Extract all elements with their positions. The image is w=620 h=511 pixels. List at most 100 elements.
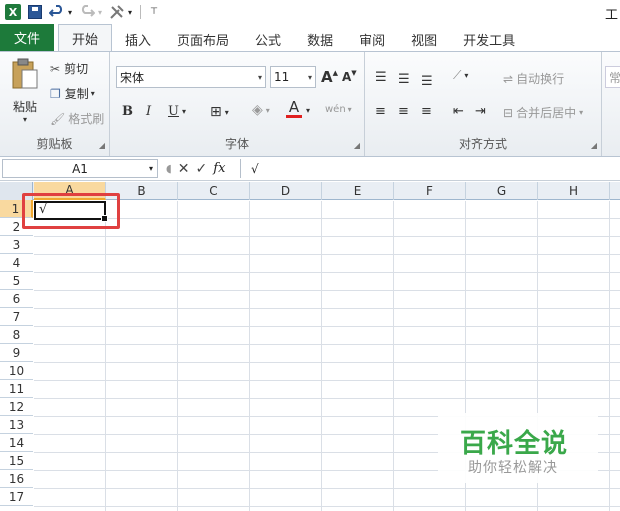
font-color-button[interactable]: A bbox=[286, 100, 302, 118]
copy-dropdown-icon[interactable]: ▾ bbox=[91, 89, 95, 98]
orientation-dropdown-icon[interactable]: ▾ bbox=[464, 71, 468, 80]
row-header[interactable]: 16 bbox=[0, 470, 33, 488]
tab-insert[interactable]: 插入 bbox=[112, 27, 164, 51]
expand-icon[interactable]: ◖ bbox=[166, 162, 172, 175]
redo-dropdown-icon[interactable]: ▾ bbox=[96, 3, 104, 21]
font-color-swatch bbox=[286, 115, 302, 118]
cut-button[interactable]: ✂ 剪切 bbox=[50, 60, 88, 77]
row-header[interactable]: 13 bbox=[0, 416, 33, 434]
fill-color-button[interactable]: ◈ ▾ bbox=[252, 102, 270, 118]
tab-review[interactable]: 审阅 bbox=[346, 27, 398, 51]
shrink-font-glyph: A bbox=[342, 70, 352, 84]
undo-icon[interactable] bbox=[48, 3, 66, 21]
borders-dropdown-icon[interactable]: ▾ bbox=[225, 108, 229, 117]
font-color-dropdown-icon[interactable]: ▾ bbox=[306, 106, 310, 115]
name-box[interactable]: A1 ▾ bbox=[2, 159, 158, 178]
insert-function-button[interactable]: fx bbox=[213, 161, 225, 176]
name-box-value: A1 bbox=[72, 161, 88, 176]
number-format-combo[interactable]: 常 bbox=[605, 66, 620, 88]
phonetic-guide-button[interactable]: wén ▾ bbox=[325, 104, 352, 115]
highlight-box bbox=[22, 193, 120, 229]
alignment-launcher-icon[interactable]: ◢ bbox=[591, 141, 597, 150]
column-header-h[interactable]: H bbox=[538, 182, 610, 200]
clipboard-launcher-icon[interactable]: ◢ bbox=[99, 141, 105, 150]
column-header-g[interactable]: G bbox=[466, 182, 538, 200]
align-bottom-button[interactable]: ☰ bbox=[421, 74, 433, 89]
merge-dropdown-icon[interactable]: ▾ bbox=[579, 108, 583, 117]
tab-developer[interactable]: 开发工具 bbox=[450, 27, 528, 51]
merge-icon: ⊟ bbox=[503, 105, 514, 120]
row-header[interactable]: 6 bbox=[0, 290, 33, 308]
wrap-text-button[interactable]: ⇌ 自动换行 bbox=[503, 70, 564, 87]
phonetic-dropdown-icon[interactable]: ▾ bbox=[348, 105, 352, 114]
enter-icon[interactable]: ✓ bbox=[196, 161, 208, 177]
font-size-dropdown-icon[interactable]: ▾ bbox=[308, 73, 312, 82]
column-header-e[interactable]: E bbox=[322, 182, 394, 200]
tab-view[interactable]: 视图 bbox=[398, 27, 450, 51]
tab-page-layout[interactable]: 页面布局 bbox=[164, 27, 242, 51]
save-icon[interactable] bbox=[26, 3, 44, 21]
column-header-d[interactable]: D bbox=[250, 182, 322, 200]
row-header[interactable]: 3 bbox=[0, 236, 33, 254]
decrease-indent-button[interactable]: ⇤ bbox=[453, 104, 464, 119]
tools-dropdown-icon[interactable]: ▾ bbox=[126, 3, 134, 21]
customize-toolbar-icon[interactable]: ⊤ bbox=[145, 3, 163, 21]
font-launcher-icon[interactable]: ◢ bbox=[354, 141, 360, 150]
excel-logo-icon[interactable]: X bbox=[4, 3, 22, 21]
bold-button[interactable]: B bbox=[122, 104, 133, 119]
paste-icon bbox=[12, 58, 38, 89]
cancel-icon[interactable]: ✕ bbox=[178, 161, 190, 177]
scissors-icon: ✂ bbox=[50, 61, 61, 76]
row-header[interactable]: 10 bbox=[0, 362, 33, 380]
paste-dropdown-icon[interactable]: ▾ bbox=[23, 115, 27, 124]
tab-home[interactable]: 开始 bbox=[58, 24, 113, 51]
underline-dropdown-icon[interactable]: ▾ bbox=[182, 107, 186, 116]
align-center-button[interactable]: ≡ bbox=[398, 104, 409, 119]
shrink-font-button[interactable]: A ▼ bbox=[342, 69, 357, 84]
align-middle-button[interactable]: ☰ bbox=[398, 72, 410, 87]
merge-center-button[interactable]: ⊟ 合并后居中 ▾ bbox=[503, 104, 583, 121]
ribbon: 粘贴 ▾ ✂ 剪切 ❐ 复制 ▾ 🖌 格式刷 剪贴板 ◢ 宋体 ▾ 11 ▾ A… bbox=[0, 51, 620, 157]
undo-dropdown-icon[interactable]: ▾ bbox=[66, 3, 74, 21]
row-header[interactable]: 8 bbox=[0, 326, 33, 344]
alignment-group-label: 对齐方式 bbox=[458, 137, 507, 151]
row-header[interactable]: 11 bbox=[0, 380, 33, 398]
row-header[interactable]: 12 bbox=[0, 398, 33, 416]
tab-data[interactable]: 数据 bbox=[294, 27, 346, 51]
fill-color-dropdown-icon[interactable]: ▾ bbox=[266, 106, 270, 115]
grow-arrow-icon: ▲ bbox=[332, 69, 338, 77]
font-group: 宋体 ▾ 11 ▾ A ▲ A ▼ B I U ▾ ⊞ ▾ ◈ ▾ A ▾ wé… bbox=[110, 52, 365, 156]
row-header[interactable]: 9 bbox=[0, 344, 33, 362]
row-header[interactable]: 5 bbox=[0, 272, 33, 290]
grow-font-button[interactable]: A ▲ bbox=[321, 68, 338, 86]
row-header[interactable]: 15 bbox=[0, 452, 33, 470]
ribbon-tabs: 文件 开始 插入 页面布局 公式 数据 审阅 视图 开发工具 bbox=[0, 24, 620, 51]
name-box-dropdown-icon[interactable]: ▾ bbox=[149, 164, 153, 173]
paste-button[interactable]: 粘贴 ▾ bbox=[8, 58, 42, 128]
format-painter-button[interactable]: 🖌 格式刷 bbox=[50, 110, 104, 127]
row-header[interactable]: 4 bbox=[0, 254, 33, 272]
font-name-combo[interactable]: 宋体 ▾ bbox=[116, 66, 266, 88]
copy-button[interactable]: ❐ 复制 ▾ bbox=[50, 85, 95, 102]
align-right-button[interactable]: ≡ bbox=[421, 104, 432, 119]
tab-file[interactable]: 文件 bbox=[0, 24, 54, 51]
align-left-button[interactable]: ≡ bbox=[375, 104, 386, 119]
underline-button[interactable]: U ▾ bbox=[168, 104, 186, 119]
row-header[interactable]: 14 bbox=[0, 434, 33, 452]
column-header-c[interactable]: C bbox=[178, 182, 250, 200]
shrink-arrow-icon: ▼ bbox=[351, 69, 357, 77]
italic-button[interactable]: I bbox=[146, 104, 151, 119]
font-name-dropdown-icon[interactable]: ▾ bbox=[258, 73, 262, 82]
borders-button[interactable]: ⊞ ▾ bbox=[210, 104, 229, 120]
row-header[interactable]: 7 bbox=[0, 308, 33, 326]
tools-icon[interactable] bbox=[108, 3, 126, 21]
font-size-combo[interactable]: 11 ▾ bbox=[270, 66, 316, 88]
column-header-f[interactable]: F bbox=[394, 182, 466, 200]
redo-icon[interactable] bbox=[78, 3, 96, 21]
tab-formulas[interactable]: 公式 bbox=[242, 27, 294, 51]
orientation-button[interactable]: ⟋ ▾ bbox=[453, 68, 468, 83]
increase-indent-button[interactable]: ⇥ bbox=[475, 104, 486, 119]
formula-input[interactable]: √ bbox=[240, 159, 620, 178]
align-top-button[interactable]: ☰ bbox=[375, 70, 387, 85]
row-header[interactable]: 17 bbox=[0, 488, 33, 506]
